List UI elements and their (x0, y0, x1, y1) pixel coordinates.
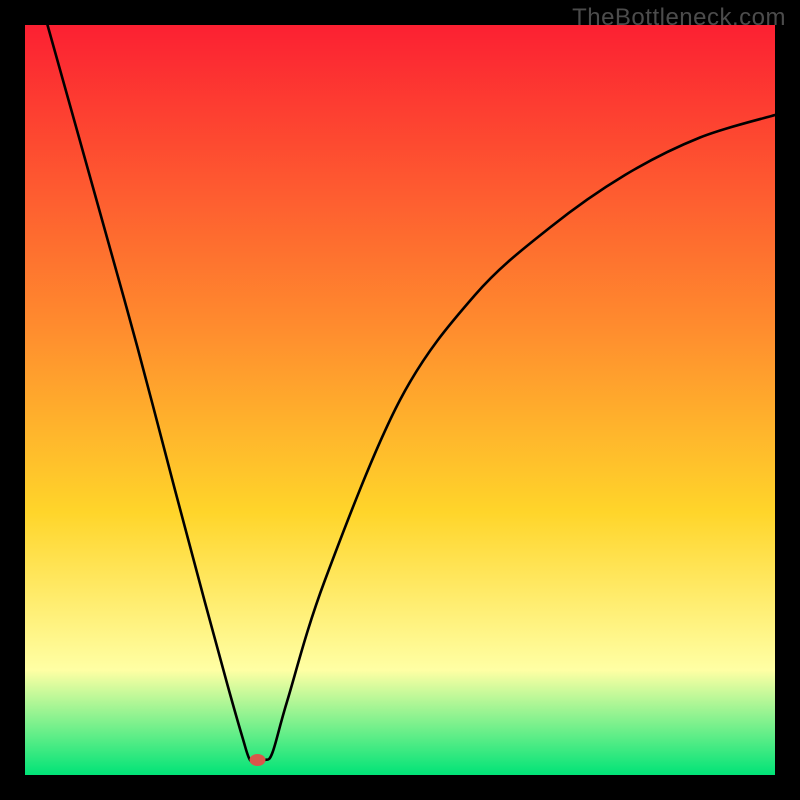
watermark-text: TheBottleneck.com (572, 4, 786, 32)
minimum-marker (250, 754, 266, 766)
chart-frame: TheBottleneck.com (0, 0, 800, 800)
bottleneck-chart (0, 0, 800, 800)
